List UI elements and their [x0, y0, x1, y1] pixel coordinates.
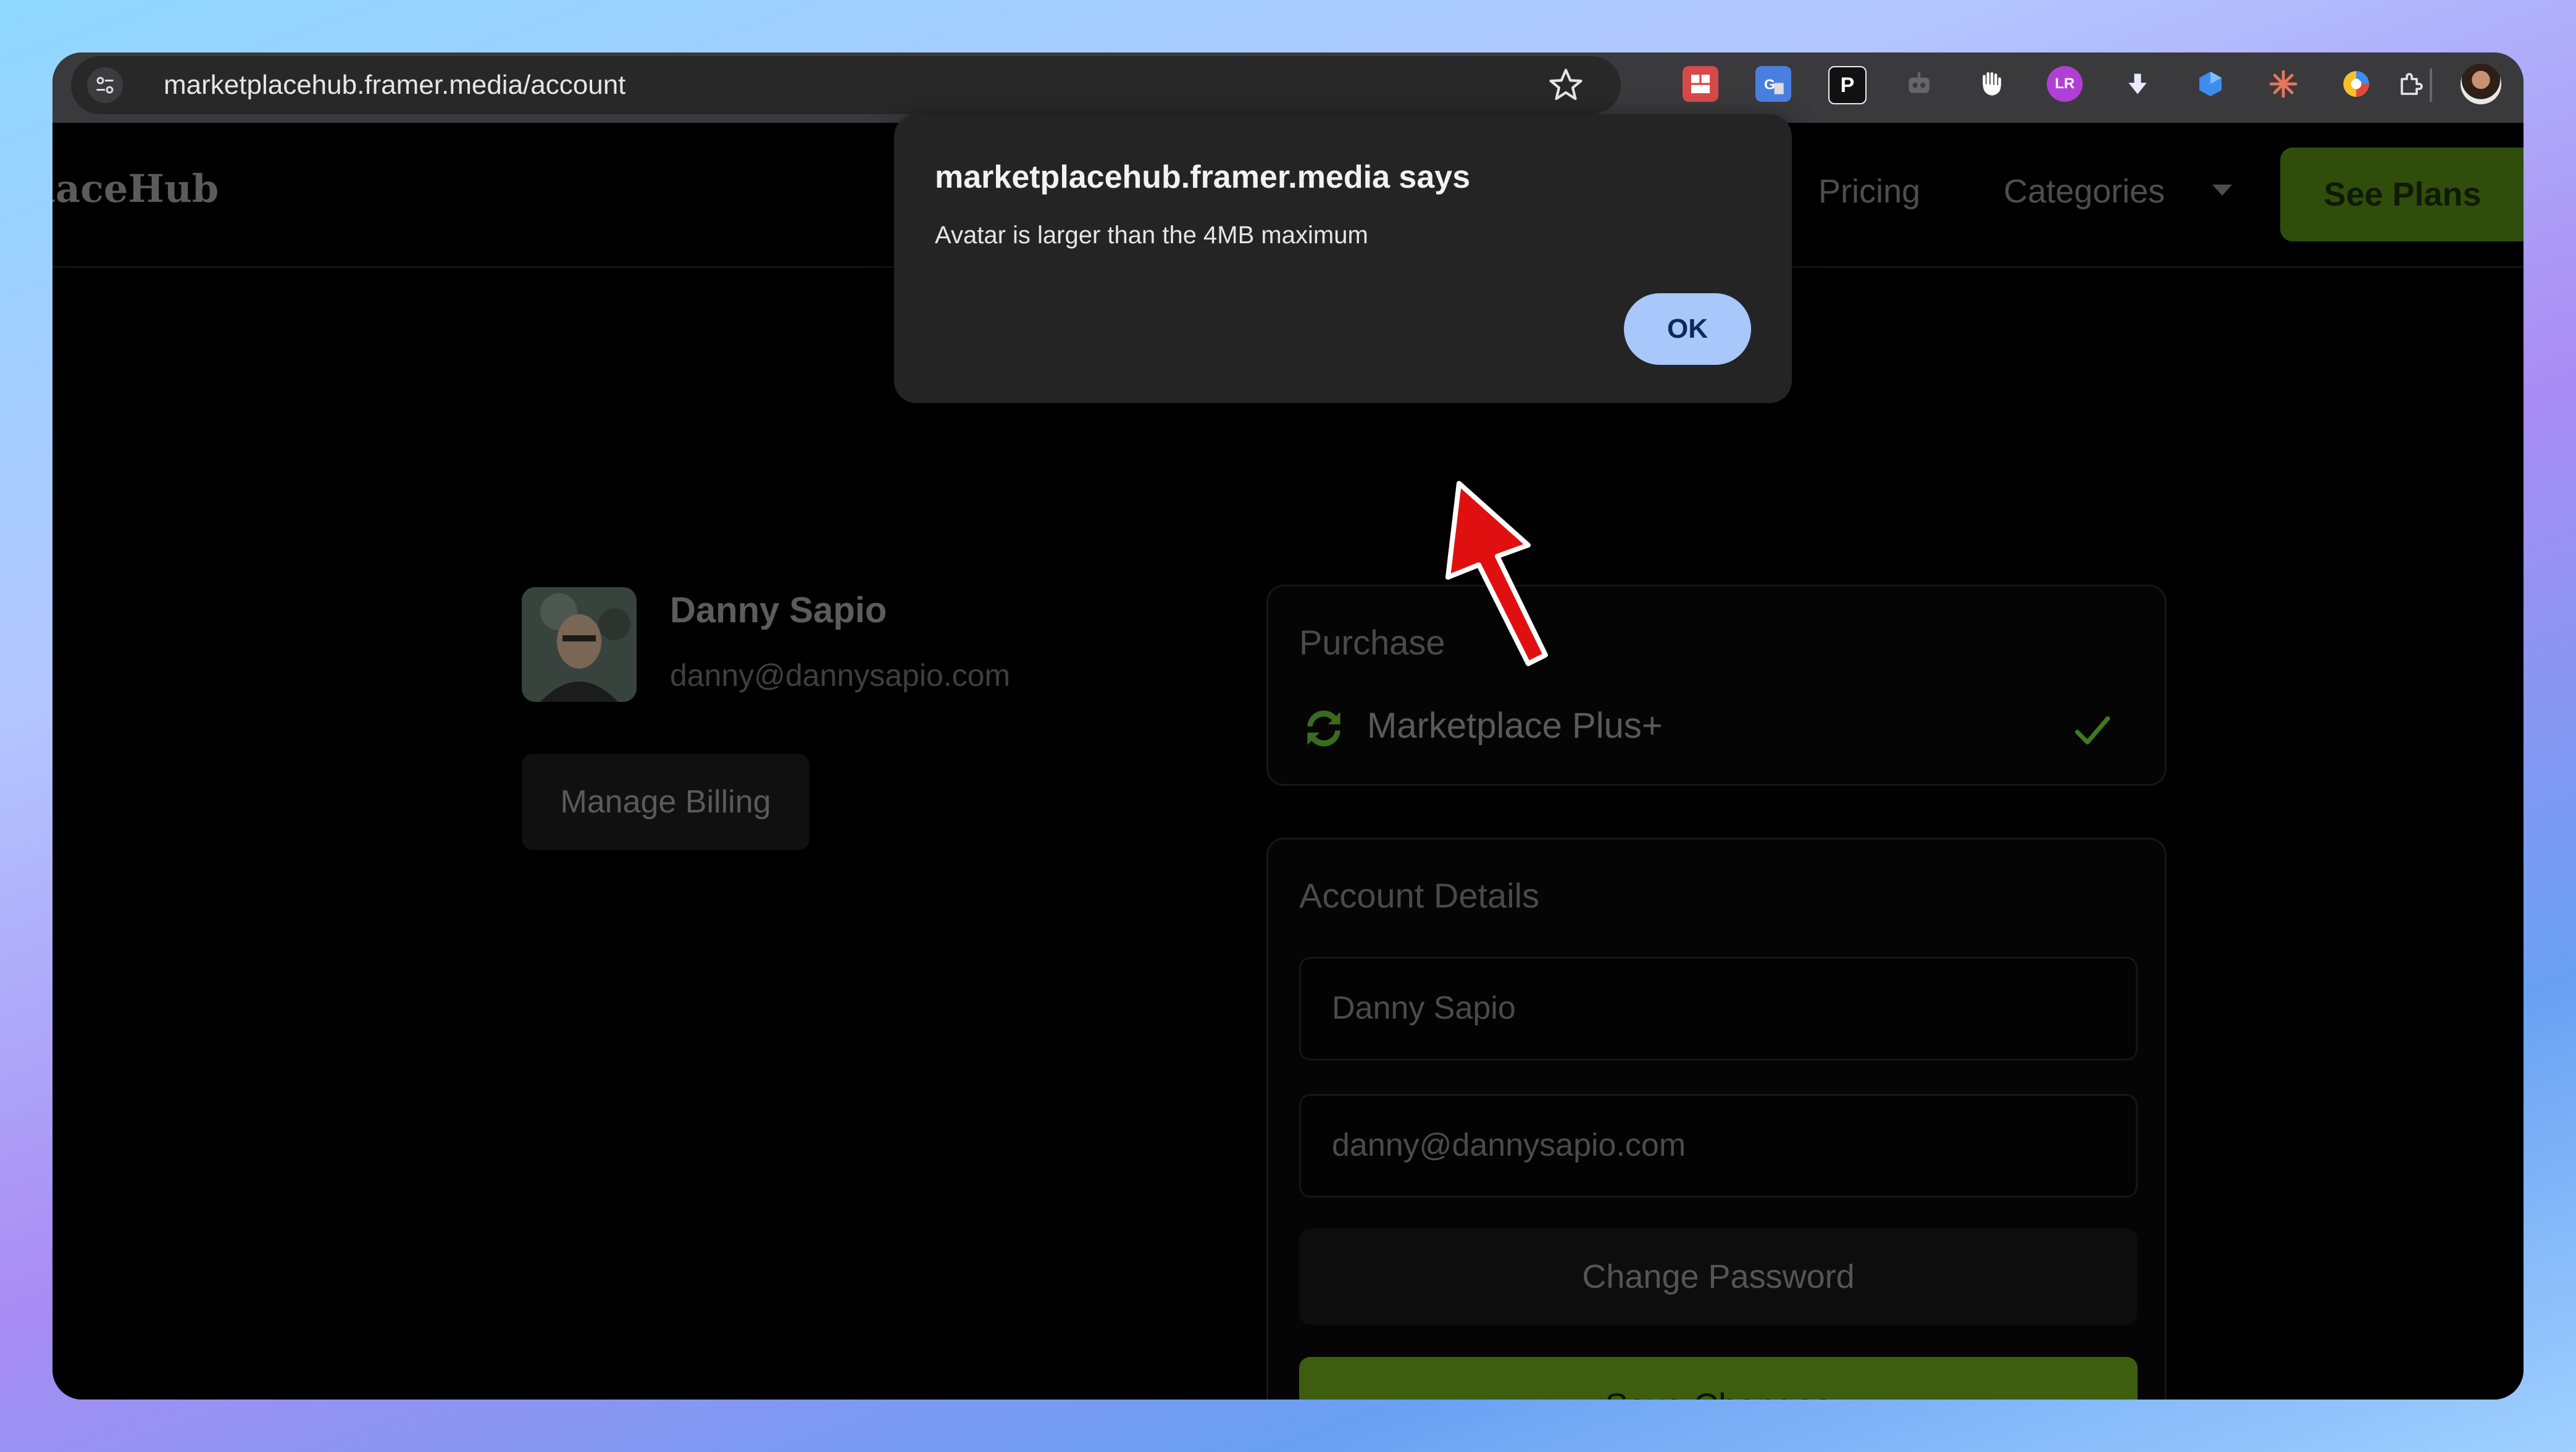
site-settings-icon[interactable]	[87, 67, 123, 103]
avatar[interactable]	[522, 587, 637, 702]
svg-text:G: G	[1764, 76, 1775, 92]
chevron-down-icon[interactable]	[2212, 185, 2232, 196]
dialog-message: Avatar is larger than the 4MB maximum	[935, 222, 1368, 249]
annotation-arrow-icon	[1445, 481, 1548, 666]
plan-refresh-icon	[1307, 710, 1340, 747]
robot-icon[interactable]	[1901, 66, 1937, 102]
email-field[interactable]: danny@dannysapio.com	[1299, 1094, 2138, 1198]
save-changes-button[interactable]: Save Changes	[1299, 1357, 2138, 1400]
bookmark-star-icon[interactable]	[1547, 66, 1585, 104]
change-password-button[interactable]: Change Password	[1299, 1229, 2138, 1325]
p-extension-icon[interactable]: P	[1828, 66, 1867, 104]
address-bar[interactable]: marketplacehub.framer.media/account	[71, 56, 1621, 114]
profile-name: Danny Sapio	[670, 590, 887, 630]
nav-link-categories[interactable]: Categories	[2004, 172, 2165, 211]
hand-icon[interactable]	[1974, 66, 2010, 102]
download-arrow-icon[interactable]	[2120, 66, 2156, 102]
todoist-icon[interactable]	[1683, 66, 1718, 102]
account-details-card: Account Details Danny Sapio danny@dannys…	[1266, 838, 2167, 1400]
purchase-heading: Purchase	[1299, 623, 1445, 662]
toolbar-divider	[2430, 69, 2432, 102]
url-text[interactable]: marketplacehub.framer.media/account	[164, 70, 625, 101]
ok-button[interactable]: OK	[1624, 293, 1751, 365]
account-details-heading: Account Details	[1299, 876, 1540, 915]
browser-profile-avatar[interactable]	[2461, 64, 2501, 104]
alert-dialog: marketplacehub.framer.media says Avatar …	[894, 114, 1792, 403]
profile-email: danny@dannysapio.com	[670, 658, 1011, 693]
chrome-color-icon[interactable]	[2338, 66, 2374, 102]
manage-billing-button[interactable]: Manage Billing	[522, 754, 809, 850]
browser-window: marketplacehub.framer.media/account G P …	[52, 52, 2524, 1400]
see-plans-button[interactable]: See Plans	[2280, 148, 2524, 241]
name-field[interactable]: Danny Sapio	[1299, 957, 2138, 1061]
purchase-card: Purchase Marketplace Plus+	[1266, 585, 2167, 786]
puzzle-extensions-icon[interactable]	[2393, 66, 2428, 102]
plan-name: Marketplace Plus+	[1367, 706, 1663, 746]
browser-toolbar: marketplacehub.framer.media/account G P …	[52, 52, 2524, 123]
email-field-value: danny@dannysapio.com	[1332, 1127, 1686, 1163]
site-logo[interactable]: placeHub	[52, 166, 219, 211]
lr-extension-icon[interactable]: LR	[2047, 66, 2083, 102]
check-icon	[2075, 716, 2110, 745]
dialog-title: marketplacehub.framer.media says	[935, 159, 1471, 195]
nav-link-pricing[interactable]: Pricing	[1818, 172, 1920, 211]
sparkle-icon[interactable]	[2265, 66, 2301, 102]
google-translate-icon[interactable]: G	[1755, 66, 1791, 102]
name-field-value: Danny Sapio	[1332, 990, 1516, 1026]
gem-icon[interactable]	[2193, 66, 2228, 102]
